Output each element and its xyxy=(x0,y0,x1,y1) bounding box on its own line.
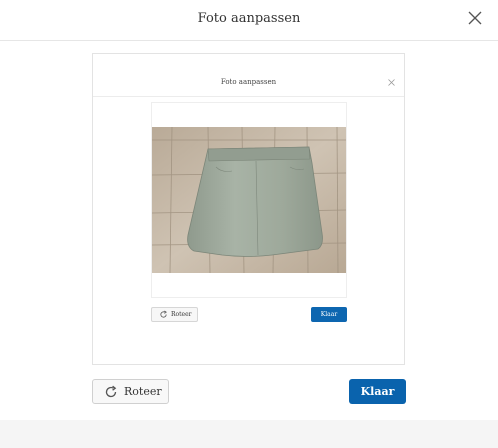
image-crop-area[interactable] xyxy=(151,102,347,298)
rotate-label: Roteer xyxy=(124,385,162,398)
preview-rotate-button[interactable]: Roteer xyxy=(151,307,198,322)
dialog-title: Foto aanpassen xyxy=(197,11,301,26)
dialog-header: Foto aanpassen xyxy=(0,0,498,41)
preview-frame: Foto aanpassen Roteer Klaar xyxy=(92,53,405,365)
preview-title: Foto aanpassen xyxy=(220,78,277,86)
preview-done-button[interactable]: Klaar xyxy=(311,307,347,322)
skirt-photo xyxy=(152,127,346,273)
preview-close-icon[interactable] xyxy=(388,79,395,86)
rotate-icon xyxy=(105,385,117,398)
done-button[interactable]: Klaar xyxy=(349,379,406,404)
footer-strip xyxy=(0,420,498,448)
preview-rotate-label: Roteer xyxy=(171,311,192,318)
rotate-icon xyxy=(160,310,167,318)
close-icon[interactable] xyxy=(468,11,482,25)
preview-header: Foto aanpassen xyxy=(93,54,404,97)
rotate-button[interactable]: Roteer xyxy=(92,379,169,404)
